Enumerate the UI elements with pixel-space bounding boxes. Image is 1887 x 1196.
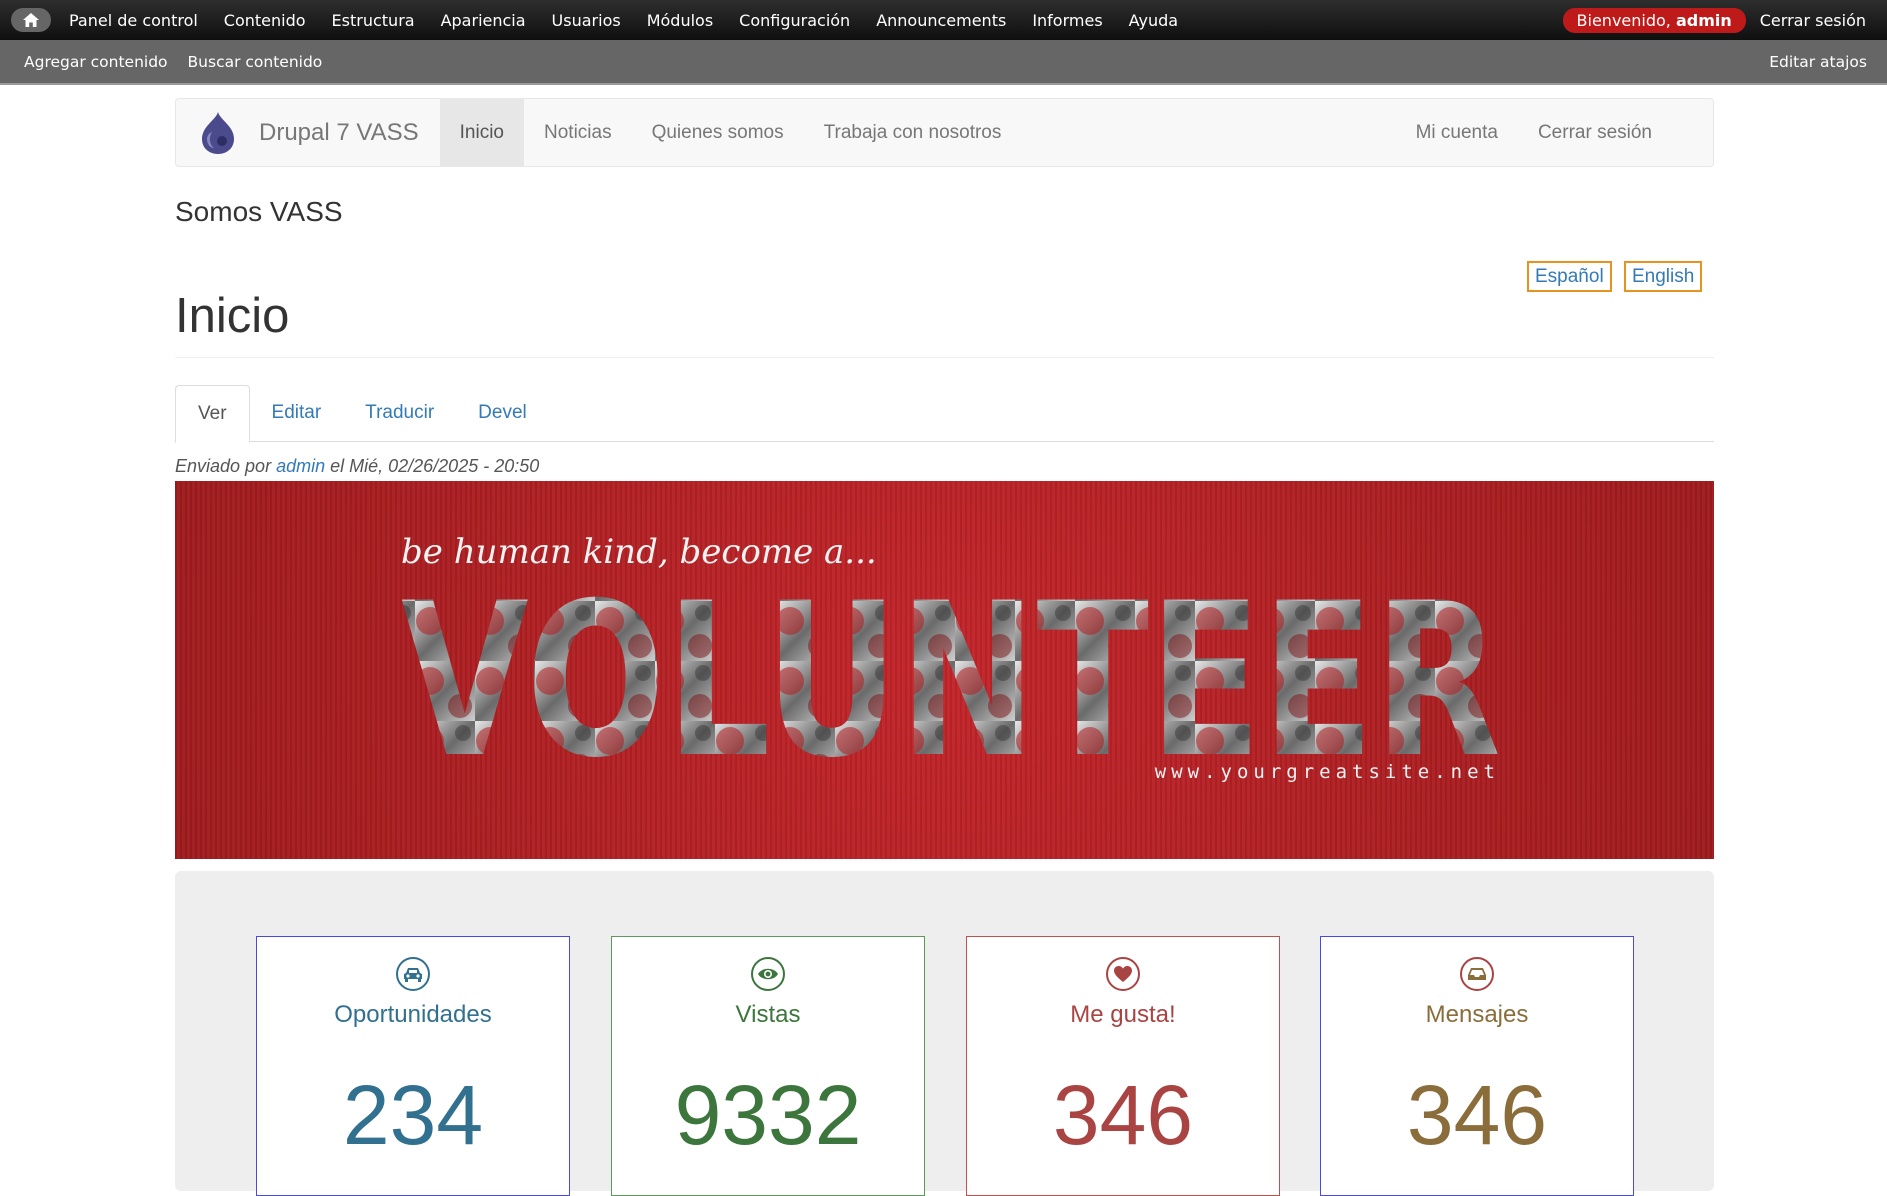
stat-card-messages[interactable]: Mensajes 346 [1320,936,1634,1196]
stat-value: 346 [1406,1068,1548,1162]
admin-menu-users[interactable]: Usuarios [539,11,634,30]
welcome-badge[interactable]: Bienvenido, admin [1562,7,1746,33]
nav-item-careers[interactable]: Trabaja con nosotros [804,99,1022,166]
volunteer-banner-image: be human kind, become a... VOLUNTEER www… [175,481,1714,859]
submitted-date: el Mié, 02/26/2025 - 20:50 [325,456,540,476]
language-spanish[interactable]: Español [1527,261,1612,292]
admin-menu-modules[interactable]: Módulos [634,11,726,30]
admin-menu-content[interactable]: Contenido [211,11,319,30]
stat-card-opportunities[interactable]: Oportunidades 234 [256,936,570,1196]
stat-card-likes[interactable]: Me gusta! 346 [966,936,1280,1196]
stat-value: 9332 [674,1068,862,1162]
admin-menu: Panel de control Contenido Estructura Ap… [56,11,1191,30]
shortcut-add-content[interactable]: Agregar contenido [14,53,178,71]
admin-menu-configuration[interactable]: Configuración [726,11,863,30]
tab-translate[interactable]: Traducir [343,385,456,441]
edit-shortcuts-link[interactable]: Editar atajos [1769,53,1867,71]
nav-item-home[interactable]: Inicio [439,99,524,166]
stat-label: Mensajes [1425,1001,1529,1028]
site-brand[interactable]: Drupal 7 VASS [259,99,419,166]
stat-value: 234 [342,1068,484,1162]
stat-label: Vistas [735,1001,801,1028]
admin-menu-panel[interactable]: Panel de control [56,11,211,30]
nav-item-about[interactable]: Quienes somos [632,99,804,166]
home-icon[interactable] [11,8,51,32]
nav-item-my-account[interactable]: Mi cuenta [1396,99,1518,166]
admin-toolbar: Panel de control Contenido Estructura Ap… [0,0,1887,40]
page-tabs: Ver Editar Traducir Devel [175,385,1714,443]
author-link[interactable]: admin [276,456,325,476]
banner-url: www.yourgreatsite.net [1155,761,1500,783]
admin-menu-appearance[interactable]: Apariencia [428,11,539,30]
tab-edit[interactable]: Editar [250,385,344,441]
inbox-icon [1460,957,1494,991]
submitted-prefix: Enviado por [175,456,277,476]
tab-devel[interactable]: Devel [456,385,549,441]
language-english[interactable]: English [1624,261,1703,292]
stat-value: 346 [1052,1068,1194,1162]
admin-menu-reports[interactable]: Informes [1019,11,1115,30]
site-navbar: Drupal 7 VASS Inicio Noticias Quienes so… [175,98,1714,167]
nav-item-news[interactable]: Noticias [524,99,632,166]
page-title: Inicio [175,289,290,343]
stat-label: Me gusta! [1070,1001,1176,1028]
submitted-info: Enviado por admin el Mié, 02/26/2025 - 2… [175,456,539,477]
nav-item-logout[interactable]: Cerrar sesión [1518,99,1672,166]
title-divider [175,357,1714,358]
welcome-prefix: Bienvenido, [1576,10,1676,30]
eye-icon [751,957,785,991]
stat-card-views[interactable]: Vistas 9332 [611,936,925,1196]
car-icon [396,957,430,991]
heart-icon [1106,957,1140,991]
welcome-user: admin [1675,10,1732,30]
shortcut-find-content[interactable]: Buscar contenido [178,53,333,71]
admin-menu-announcements[interactable]: Announcements [863,11,1019,30]
admin-menu-structure[interactable]: Estructura [319,11,428,30]
admin-menu-help[interactable]: Ayuda [1116,11,1191,30]
tab-view[interactable]: Ver [175,385,250,443]
drupal-logo-icon[interactable] [198,99,240,166]
stat-label: Oportunidades [334,1001,492,1028]
site-slogan: Somos VASS [175,196,343,227]
shortcut-bar: Agregar contenido Buscar contenido Edita… [0,40,1887,85]
admin-logout-link[interactable]: Cerrar sesión [1760,11,1866,30]
